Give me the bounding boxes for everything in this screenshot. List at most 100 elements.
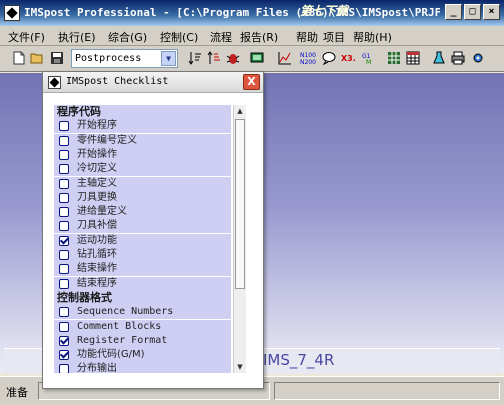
checkbox[interactable] [59, 207, 69, 218]
toolbar: Postprocess ▼ N100 N200 X3. G1 M [0, 46, 504, 72]
checklist-item[interactable]: 开始操作 [54, 147, 231, 162]
checklist-item[interactable]: 进给量定义 [54, 205, 231, 220]
checkbox[interactable] [59, 264, 69, 275]
menu-report[interactable]: 报告(R) [240, 29, 278, 45]
save-icon[interactable] [50, 51, 64, 65]
checklist-item-label: 运动功能 [77, 234, 117, 246]
checklist-item-label: Comment Blocks [77, 320, 162, 332]
checklist-item-label: 刀具补偿 [77, 220, 117, 232]
checkbox[interactable] [59, 135, 69, 146]
maximize-button[interactable]: □ [464, 4, 481, 20]
checklist-item-label: 开始程序 [77, 120, 117, 132]
svg-text:X3.: X3. [341, 54, 356, 63]
checklist-item-label: 主轴定义 [77, 177, 117, 189]
monitor-icon[interactable] [250, 51, 264, 65]
title-bar: IMSpost Professional - [C:\Program Files… [0, 0, 504, 26]
bug-icon[interactable] [226, 51, 240, 65]
checklist-item[interactable]: 分布输出 [54, 362, 231, 373]
checkbox[interactable] [59, 307, 69, 318]
flask-icon[interactable] [432, 51, 446, 65]
checklist-item-label: 结束操作 [77, 263, 117, 275]
menu-help-short[interactable]: 帮助 [296, 29, 318, 45]
checklist-item[interactable]: 刀具更换 [54, 190, 231, 205]
menu-execute[interactable]: 执行(E) [58, 29, 96, 45]
open-folder-icon[interactable] [30, 51, 44, 65]
close-button[interactable]: × [483, 4, 500, 20]
checklist-item-label: 程序代码 [57, 105, 101, 118]
dialog-title-bar[interactable]: IMSpost Checklist X [43, 72, 263, 93]
menu-control[interactable]: 控制(C) [160, 29, 198, 45]
scroll-up-icon[interactable]: ▲ [234, 105, 246, 117]
checklist-scrollbar[interactable]: ▲ ▼ [233, 105, 246, 373]
checklist-item[interactable]: 零件编号定义 [54, 133, 231, 148]
checkbox[interactable] [59, 321, 69, 332]
checklist-item-label: 开始操作 [77, 148, 117, 160]
checklist-group-header[interactable]: 控制器格式 [54, 290, 231, 305]
checkbox-checked[interactable] [59, 350, 69, 361]
checklist-item[interactable]: 刀具补偿 [54, 219, 231, 234]
minimize-button[interactable]: _ [445, 4, 462, 20]
checklist-item[interactable]: 开始程序 [54, 119, 231, 134]
checkbox-checked[interactable] [59, 235, 69, 246]
menu-flow[interactable]: 流程 [210, 29, 232, 45]
checklist-group-header[interactable]: 程序代码 [54, 105, 231, 119]
menu-file[interactable]: 文件(F) [8, 29, 45, 45]
svg-text:N200: N200 [300, 59, 316, 65]
new-file-icon[interactable] [12, 51, 26, 65]
checklist-item[interactable]: 结束操作 [54, 262, 231, 277]
dialog-title: IMSpost Checklist [66, 76, 169, 87]
dialog-app-icon [48, 76, 61, 89]
checklist-item-label: 控制器格式 [57, 290, 112, 304]
checklist-item-label: Sequence Numbers [77, 306, 174, 318]
checklist-item[interactable]: Comment Blocks [54, 319, 231, 334]
checkbox[interactable] [59, 164, 69, 175]
checklist-item-label: 结束程序 [77, 277, 117, 289]
comment-icon[interactable] [322, 51, 336, 65]
menu-project[interactable]: 项目 [323, 29, 345, 45]
table-icon[interactable] [387, 51, 401, 65]
sort-alt-icon[interactable] [207, 51, 221, 65]
checklist-item[interactable]: Sequence Numbers [54, 305, 231, 320]
checklist-item[interactable]: 主轴定义 [54, 176, 231, 191]
checklist-item[interactable]: 钻孔循环 [54, 248, 231, 262]
checkbox[interactable] [59, 278, 69, 289]
checklist-item[interactable]: 冷切定义 [54, 162, 231, 177]
scroll-down-icon[interactable]: ▼ [234, 361, 246, 373]
gear-icon[interactable] [471, 51, 485, 65]
svg-text:N100: N100 [300, 52, 316, 59]
checklist-item[interactable]: 结束程序 [54, 276, 231, 291]
checkbox[interactable] [59, 250, 69, 260]
svg-text:M: M [366, 59, 371, 65]
menu-help[interactable]: 帮助(H) [353, 29, 392, 45]
sort-icon[interactable] [188, 51, 202, 65]
app-icon[interactable] [4, 5, 20, 21]
checkbox[interactable] [59, 121, 69, 132]
checklist-item-label: 刀具更换 [77, 191, 117, 203]
grid-icon[interactable] [406, 51, 420, 65]
checklist-item[interactable]: 功能代码(G/M) [54, 348, 231, 363]
checkbox[interactable] [59, 364, 69, 373]
process-combo[interactable]: Postprocess ▼ [71, 49, 178, 68]
menu-bar: 文件(F) 执行(E) 综合(G) 控制(C) 流程 报告(R) 帮助 项目 帮… [0, 26, 504, 46]
n100-icon[interactable]: N100N200 [300, 51, 316, 65]
chart-icon[interactable] [278, 51, 292, 65]
checklist-item-label: 冷切定义 [77, 163, 117, 175]
printer-icon[interactable] [451, 51, 465, 65]
checkbox[interactable] [59, 178, 69, 189]
checklist-item-label: 钻孔循环 [77, 249, 117, 260]
checkbox[interactable] [59, 221, 69, 232]
x3-icon[interactable]: X3. [341, 51, 357, 65]
checklist-item-label: 功能代码(G/M) [77, 349, 145, 361]
checklist-item-label: 进给量定义 [77, 206, 127, 218]
checkbox-checked[interactable] [59, 335, 69, 346]
checklist-item[interactable]: Register Format [54, 333, 231, 348]
checkbox[interactable] [59, 192, 69, 203]
menu-general[interactable]: 综合(G) [108, 29, 147, 45]
dialog-close-button[interactable]: X [243, 74, 260, 90]
scroll-thumb[interactable] [235, 119, 245, 289]
chevron-down-icon[interactable]: ▼ [161, 51, 176, 66]
checkbox[interactable] [59, 149, 69, 160]
sequence-icon[interactable]: G1M [362, 51, 376, 65]
checklist-list: 程序代码开始程序 零件编号定义 开始操作冷切定义主轴定义刀具更换进给量定义刀具补偿运… [54, 105, 231, 373]
checklist-item[interactable]: 运动功能 [54, 233, 231, 248]
